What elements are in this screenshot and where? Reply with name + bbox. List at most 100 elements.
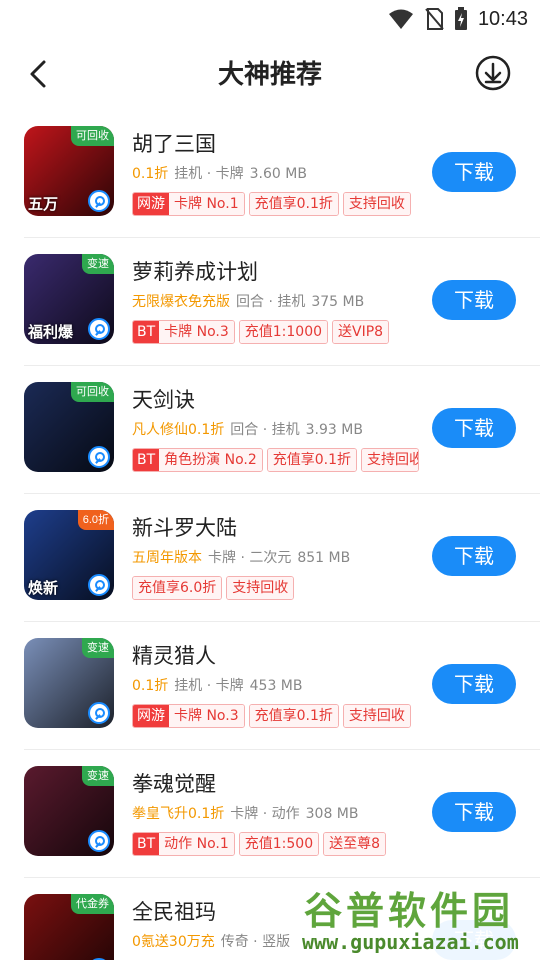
- status-bar: 10:43: [0, 0, 540, 38]
- game-promo: 五周年版本: [132, 550, 202, 566]
- tag-label: 充值1:1000: [239, 321, 328, 343]
- wifi-icon: [388, 9, 413, 29]
- game-promo: 拳皇飞升0.1折: [132, 806, 225, 822]
- tag-type: BT: [133, 449, 160, 471]
- icon-badge: 代金券: [71, 894, 114, 914]
- tag-label: 卡牌 No.3: [169, 705, 244, 727]
- game-category: 卡牌 · 动作: [230, 806, 300, 822]
- game-name: 萝莉养成计划: [132, 260, 258, 284]
- watermark-url: www.gupuxiazai.com: [302, 930, 519, 954]
- game-list-item[interactable]: 变速 福利爆 萝莉养成计划 无限爆衣免充版 回合 · 挂机 375 MB BT 卡牌 No.3…: [0, 238, 540, 366]
- tag-group: 充值享6.0折 支持回收: [132, 576, 295, 600]
- game-tag: 充值享0.1折: [248, 192, 339, 216]
- download-button[interactable]: 下载: [432, 408, 516, 448]
- app-bar: 大神推荐: [0, 38, 540, 110]
- game-size: 453 MB: [249, 678, 303, 694]
- game-list-item[interactable]: 可回收 五万 胡了三国 0.1折 挂机 · 卡牌 3.60 MB 网游 卡牌 No.1 充值享0…: [0, 110, 540, 238]
- game-promo: 无限爆衣免充版: [132, 294, 230, 310]
- game-meta: 无限爆衣免充版 回合 · 挂机 375 MB: [132, 291, 364, 311]
- game-icon[interactable]: 可回收 五万: [24, 126, 114, 216]
- game-tag: 充值1:500: [238, 832, 320, 856]
- game-icon[interactable]: 变速福利爆: [24, 254, 114, 344]
- game-promo: 0氪送30万充: [132, 934, 215, 950]
- download-button[interactable]: 下载: [432, 152, 516, 192]
- tag-label: 充值享0.1折: [249, 705, 338, 727]
- icon-caption: 焕新: [28, 579, 59, 597]
- icon-badge: 变速: [82, 766, 114, 786]
- game-tag: 支持回收: [342, 192, 411, 216]
- game-tag: 送至尊8: [323, 832, 387, 856]
- game-name: 天剑诀: [132, 388, 195, 412]
- tag-group: BT 卡牌 No.3 充值1:1000 送VIP8: [132, 320, 390, 344]
- game-promo: 0.1折: [132, 678, 169, 694]
- tag-label: 支持回收: [227, 577, 294, 599]
- game-icon[interactable]: 6.0折 焕新: [24, 510, 114, 600]
- game-category: 回合 · 挂机: [230, 422, 300, 438]
- icon-badge: 可回收: [71, 126, 114, 146]
- game-meta: 五周年版本 卡牌 · 二次元 851 MB: [132, 547, 350, 567]
- game-icon[interactable]: 变速: [24, 638, 114, 728]
- tag-group: 网游 卡牌 No.3 充值享0.1折 支持回收: [132, 704, 411, 728]
- game-list-item[interactable]: 变速 拳魂觉醒拳皇飞升0.1折 卡牌 · 动作 308 MB BT 动作 No.1 充值1:…: [0, 750, 540, 878]
- download-button[interactable]: 下载: [432, 536, 516, 576]
- tag-group: 网游 卡牌 No.1 充值享0.1折 支持回收: [132, 192, 411, 216]
- game-meta: 拳皇飞升0.1折 卡牌 · 动作 308 MB: [132, 803, 358, 823]
- game-name: 精灵猎人: [132, 644, 216, 668]
- game-size: 3.60 MB: [249, 166, 307, 182]
- tag-type: 网游: [133, 705, 169, 727]
- game-tag: 支持回收: [226, 576, 295, 600]
- tag-label: 角色扮演 No.2: [159, 449, 262, 471]
- download-button[interactable]: 下载: [432, 792, 516, 832]
- game-size: 851 MB: [297, 550, 351, 566]
- key-icon: [88, 830, 110, 852]
- game-tag: 充值享6.0折: [132, 576, 223, 600]
- game-meta: 0.1折 挂机 · 卡牌 3.60 MB: [132, 163, 307, 183]
- game-icon[interactable]: 可回收: [24, 382, 114, 472]
- key-icon: [88, 318, 110, 340]
- game-category: 卡牌 · 二次元: [208, 550, 292, 566]
- game-tag: 送VIP8: [332, 320, 390, 344]
- download-button[interactable]: 下载: [432, 280, 516, 320]
- tag-label: 送VIP8: [333, 321, 389, 343]
- tag-label: 支持回收: [362, 449, 419, 471]
- game-category: 回合 · 挂机: [236, 294, 306, 310]
- tag-group: BT 动作 No.1 充值1:500 送至尊8: [132, 832, 387, 856]
- game-icon[interactable]: 代金券: [24, 894, 114, 960]
- tag-label: 充值享6.0折: [133, 577, 222, 599]
- tag-label: 卡牌 No.3: [159, 321, 234, 343]
- game-tag: 支持回收: [342, 704, 411, 728]
- icon-caption: 福利爆: [28, 323, 74, 341]
- game-promo: 0.1折: [132, 166, 169, 182]
- tag-label: 充值1:500: [239, 833, 319, 855]
- game-list-item[interactable]: 6.0折 焕新 新斗罗大陆 五周年版本 卡牌 · 二次元 851 MB 充值享6.0折 支持回…: [0, 494, 540, 622]
- download-circle-icon[interactable]: [474, 54, 512, 92]
- game-tag: 充值享0.1折: [248, 704, 339, 728]
- game-tag: 充值享0.1折: [266, 448, 358, 472]
- no-sim-icon: [425, 8, 444, 30]
- tag-label: 充值享0.1折: [267, 449, 357, 471]
- game-list-item[interactable]: 变速 精灵猎人 0.1折 挂机 · 卡牌 453 MB 网游 卡牌 No.3 充值享0.1折支…: [0, 622, 540, 750]
- game-tag: BT 动作 No.1: [132, 832, 235, 856]
- tag-type: BT: [133, 833, 160, 855]
- download-button[interactable]: 下载: [432, 664, 516, 704]
- icon-badge: 可回收: [71, 382, 114, 402]
- key-icon: [88, 574, 110, 596]
- icon-badge: 变速: [82, 254, 114, 274]
- tag-type: BT: [133, 321, 160, 343]
- tag-label: 送至尊8: [324, 833, 386, 855]
- watermark: 谷普软件园 www.gupuxiazai.com: [296, 878, 540, 960]
- game-name: 新斗罗大陆: [132, 516, 237, 540]
- key-icon: [88, 446, 110, 468]
- tag-label: 动作 No.1: [159, 833, 234, 855]
- game-tag: 网游 卡牌 No.1: [132, 192, 245, 216]
- tag-type: 网游: [133, 193, 169, 215]
- tag-group: BT 角色扮演 No.2 充值享0.1折 支持回收: [132, 448, 420, 472]
- tag-label: 充值享0.1折: [249, 193, 338, 215]
- tag-label: 卡牌 No.1: [169, 193, 244, 215]
- game-name: 拳魂觉醒: [132, 772, 216, 796]
- game-name: 全民祖玛: [132, 900, 216, 924]
- game-icon[interactable]: 变速: [24, 766, 114, 856]
- icon-badge: 变速: [82, 638, 114, 658]
- game-list-item[interactable]: 可回收 天剑诀 凡人修仙0.1折 回合 · 挂机 3.93 MB BT 角色扮演 No.2 充…: [0, 366, 540, 494]
- page-title: 大神推荐: [217, 60, 322, 90]
